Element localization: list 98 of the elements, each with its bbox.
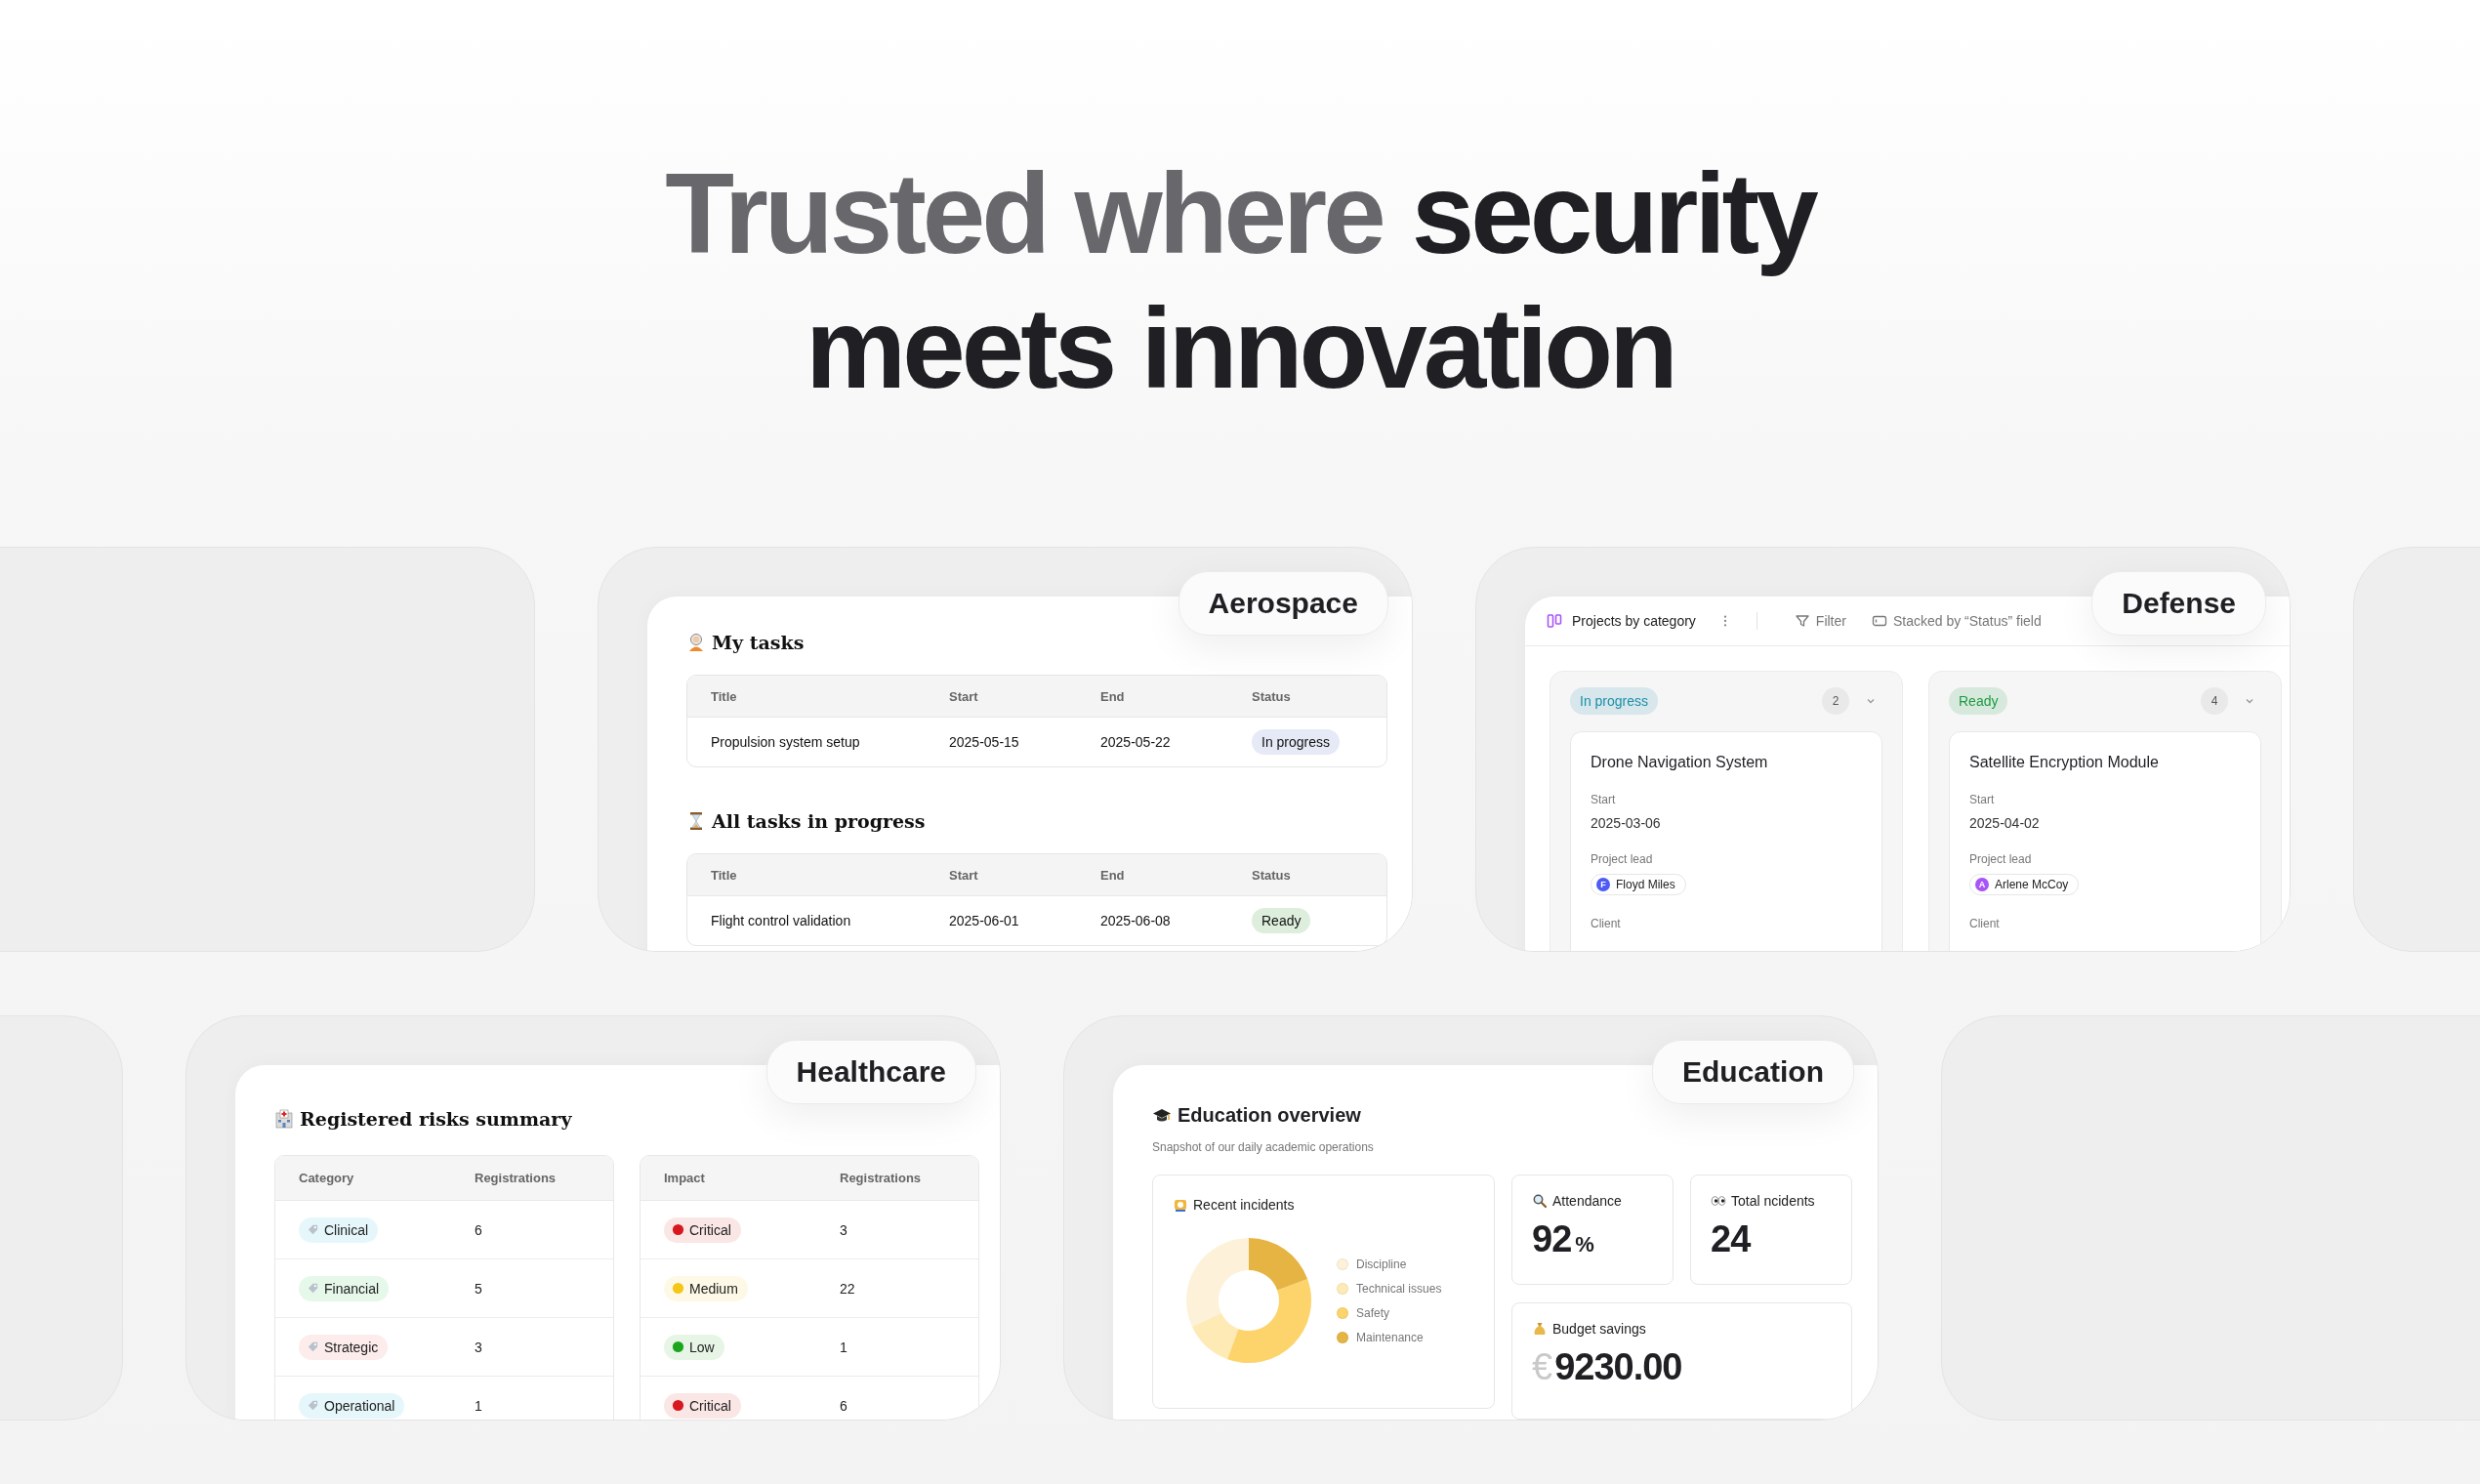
table-cell-text: Propulsion system setup xyxy=(711,734,861,750)
legend-label: Technical issues xyxy=(1356,1281,1442,1296)
column-header: Title xyxy=(711,688,738,704)
column-header: End xyxy=(1100,688,1126,704)
table-cell-text: 5 xyxy=(475,1280,483,1297)
field-label: Start xyxy=(1591,793,1616,806)
column-header: Category xyxy=(299,1171,355,1185)
dot-icon xyxy=(672,1399,684,1412)
impact-tag: Low xyxy=(664,1334,724,1360)
status-badge: Ready xyxy=(1949,687,2008,715)
table-cell-text: 2025-05-15 xyxy=(949,734,1020,750)
table-cell-text: 6 xyxy=(475,1221,483,1238)
eyes-icon xyxy=(1711,1193,1726,1209)
impact-tag: Critical xyxy=(664,1392,741,1419)
impact-tag: Critical xyxy=(664,1216,741,1243)
table-cell-text: 1 xyxy=(475,1397,483,1414)
legend-label: Maintenance xyxy=(1356,1330,1424,1344)
project-card[interactable]: Satellite Encryption Module Start 2025-04-02 Project lead A Arlene McCoy Client xyxy=(1949,731,2261,951)
money-bag-icon xyxy=(1532,1321,1548,1337)
status-badge: In progress xyxy=(1252,729,1341,755)
table-cell-text: 3 xyxy=(475,1339,483,1355)
avatar: A xyxy=(1975,878,1989,891)
category-tag: Operational xyxy=(299,1392,405,1419)
table-cell-text: Flight control validation xyxy=(711,913,852,928)
tag-icon xyxy=(307,1282,319,1295)
filter-icon xyxy=(1794,613,1810,629)
hospital-icon xyxy=(274,1109,294,1129)
stat-value: 24 xyxy=(1711,1218,1751,1260)
card-title: Total ncidents xyxy=(1731,1193,1815,1209)
category-tag: Clinical xyxy=(299,1216,379,1243)
status-badge: In progress xyxy=(1570,687,1659,715)
field-label: Project lead xyxy=(1591,852,1653,866)
field-label: Start xyxy=(1969,793,1995,806)
currency-symbol: € xyxy=(1532,1346,1552,1388)
tag-icon xyxy=(307,1399,319,1412)
tag-icon xyxy=(307,1340,319,1353)
table-cell-text: 3 xyxy=(840,1221,848,1238)
column-header: Title xyxy=(711,867,738,883)
project-title: Drone Navigation System xyxy=(1591,754,1768,771)
group-by-button[interactable]: Stacked by “Status” field xyxy=(1863,609,2049,633)
column-header: Status xyxy=(1252,867,1292,883)
table-cell-text: 2025-06-01 xyxy=(949,913,1020,928)
industry-label: Education xyxy=(1652,1040,1854,1104)
column-header: Start xyxy=(949,688,979,704)
person-name: Floyd Miles xyxy=(1616,878,1675,891)
industry-label: Defense xyxy=(2091,571,2266,636)
category-tag: Financial xyxy=(299,1275,390,1301)
industry-label: Aerospace xyxy=(1178,571,1388,636)
column-header: Start xyxy=(949,867,979,883)
more-icon[interactable] xyxy=(1722,614,1727,628)
dashboard-title: Education overview xyxy=(1178,1104,1361,1127)
count-badge: 4 xyxy=(2201,687,2228,715)
table-cell-text: 2025-05-22 xyxy=(1100,734,1172,750)
section-title: My tasks xyxy=(712,632,805,653)
impact-tag: Medium xyxy=(664,1275,748,1301)
column-header: End xyxy=(1100,867,1126,883)
project-card[interactable]: Drone Navigation System Start 2025-03-06 Project lead F Floyd Miles Client xyxy=(1570,731,1882,951)
board-icon xyxy=(1547,613,1562,629)
field-label: Client xyxy=(1969,917,2000,930)
section-title: All tasks in progress xyxy=(712,810,926,832)
field-value: 2025-03-06 xyxy=(1591,815,1661,831)
column-header: Status xyxy=(1252,688,1292,704)
legend-label: Safety xyxy=(1356,1305,1390,1320)
industry-label: Healthcare xyxy=(765,1040,976,1104)
card-icon xyxy=(1871,613,1887,629)
stat-value: 92 xyxy=(1532,1218,1572,1260)
stat-value: 9230.00 xyxy=(1554,1346,1682,1388)
count-badge: 2 xyxy=(1822,687,1849,715)
dot-icon xyxy=(672,1340,684,1353)
tag-icon xyxy=(307,1223,319,1236)
dot-icon xyxy=(672,1282,684,1295)
column-header: Registrations xyxy=(840,1171,923,1185)
status-badge: Ready xyxy=(1252,908,1311,933)
filter-button[interactable]: Filter xyxy=(1786,609,1854,633)
field-value: 2025-04-02 xyxy=(1969,815,2040,831)
headline: Trusted where security meets innovation xyxy=(665,149,1815,400)
dashboard-subtitle: Snapshot of our daily academic operations xyxy=(1152,1140,1375,1154)
view-title[interactable]: Projects by category xyxy=(1572,613,1696,629)
card-title: Recent incidents xyxy=(1193,1197,1295,1213)
table-cell-text: 22 xyxy=(840,1280,856,1297)
category-tag: Strategic xyxy=(299,1334,389,1360)
table-cell-text: 1 xyxy=(840,1339,848,1355)
column-header: Registrations xyxy=(475,1171,558,1185)
section-title: Registered risks summary xyxy=(300,1108,572,1130)
search-icon xyxy=(1532,1193,1548,1209)
stat-unit: % xyxy=(1575,1232,1593,1257)
avatar: F xyxy=(1596,878,1610,891)
card-title: Attendance xyxy=(1552,1193,1622,1209)
table-cell-text: 2025-06-08 xyxy=(1100,913,1172,928)
column-header: Impact xyxy=(664,1171,706,1185)
card-title: Budget savings xyxy=(1552,1321,1646,1337)
dot-icon xyxy=(672,1223,684,1236)
field-label: Project lead xyxy=(1969,852,2032,866)
project-title: Satellite Encryption Module xyxy=(1969,754,2159,771)
field-label: Client xyxy=(1591,917,1621,930)
table-cell-text: 6 xyxy=(840,1397,848,1414)
legend-label: Discipline xyxy=(1356,1257,1407,1271)
person-name: Arlene McCoy xyxy=(1995,878,2069,891)
